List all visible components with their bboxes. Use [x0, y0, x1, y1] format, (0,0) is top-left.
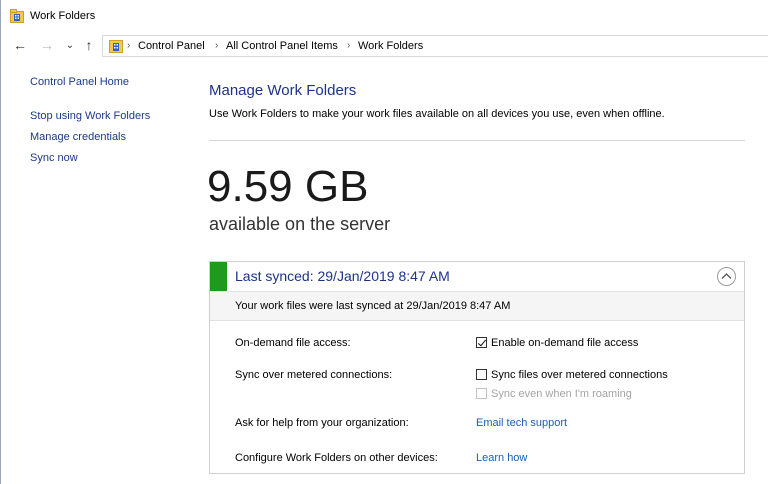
- stop-using-work-folders-link[interactable]: Stop using Work Folders: [30, 110, 150, 122]
- configure-label: Configure Work Folders on other devices:: [235, 452, 438, 464]
- recent-locations-chevron-icon[interactable]: ⌄: [62, 38, 78, 54]
- on-demand-label: On-demand file access:: [235, 337, 351, 349]
- roaming-option-label: Sync even when I'm roaming: [491, 388, 632, 400]
- available-storage-caption: available on the server: [209, 214, 391, 234]
- forward-arrow-icon[interactable]: →: [39, 37, 55, 53]
- work-folders-window: Work Folders ← → ⌄ ↑ › Control Panel › A…: [0, 0, 768, 484]
- collapse-panel-button[interactable]: [717, 267, 736, 286]
- breadcrumb-control-panel[interactable]: Control Panel: [138, 40, 205, 52]
- sync-status-indicator: [210, 262, 227, 291]
- page-title: Manage Work Folders: [209, 82, 357, 99]
- title-bar: Work Folders: [1, 0, 768, 32]
- available-storage-value: 9.59 GB: [207, 162, 369, 211]
- on-demand-option-label: Enable on-demand file access: [491, 337, 639, 349]
- metered-option-label: Sync files over metered connections: [491, 369, 668, 381]
- chevron-up-icon: [721, 273, 732, 279]
- control-panel-home-link[interactable]: Control Panel Home: [30, 76, 129, 88]
- checkbox-checked-icon[interactable]: [476, 337, 487, 348]
- up-arrow-icon[interactable]: ↑: [81, 37, 97, 53]
- manage-credentials-link[interactable]: Manage credentials: [30, 131, 126, 143]
- header-divider: [209, 140, 745, 141]
- control-panel-icon: [109, 40, 123, 53]
- breadcrumb-work-folders[interactable]: Work Folders: [358, 40, 423, 52]
- last-synced-detail: Your work files were last synced at 29/J…: [235, 300, 511, 312]
- checkbox-unchecked-icon[interactable]: [476, 369, 487, 380]
- sync-detail-band: Your work files were last synced at 29/J…: [210, 291, 744, 321]
- metered-label: Sync over metered connections:: [235, 369, 393, 381]
- sync-now-link[interactable]: Sync now: [30, 152, 78, 164]
- roaming-checkbox: Sync even when I'm roaming: [476, 388, 632, 400]
- back-arrow-icon[interactable]: ←: [12, 37, 28, 53]
- left-task-pane: Control Panel Home Stop using Work Folde…: [1, 64, 191, 484]
- breadcrumb-separator-icon: ›: [347, 40, 351, 51]
- address-bar[interactable]: › Control Panel › All Control Panel Item…: [102, 35, 768, 57]
- checkbox-disabled-icon: [476, 388, 487, 399]
- breadcrumb-separator-icon: ›: [215, 40, 219, 51]
- work-folders-icon: [10, 9, 24, 23]
- breadcrumb-all-items[interactable]: All Control Panel Items: [226, 40, 338, 52]
- on-demand-checkbox[interactable]: Enable on-demand file access: [476, 337, 638, 349]
- learn-how-link[interactable]: Learn how: [476, 452, 527, 464]
- help-label: Ask for help from your organization:: [235, 417, 409, 429]
- metered-checkbox[interactable]: Sync files over metered connections: [476, 369, 668, 381]
- last-synced-title: Last synced: 29/Jan/2019 8:47 AM: [235, 268, 450, 284]
- sync-status-panel: Last synced: 29/Jan/2019 8:47 AM Your wo…: [209, 261, 745, 474]
- window-title: Work Folders: [30, 10, 96, 22]
- page-description: Use Work Folders to make your work files…: [209, 108, 665, 120]
- breadcrumb-separator-icon: ›: [127, 40, 131, 51]
- email-tech-support-link[interactable]: Email tech support: [476, 417, 567, 429]
